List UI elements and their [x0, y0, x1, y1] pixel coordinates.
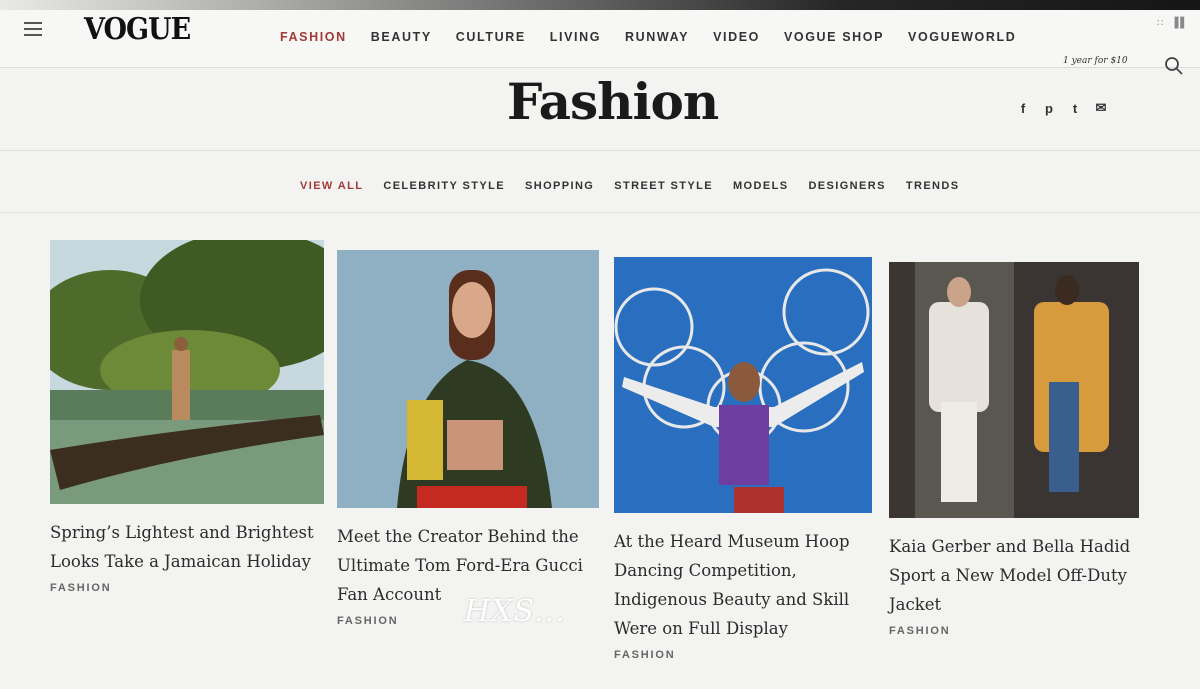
subnav-trends[interactable]: TRENDS	[906, 180, 960, 192]
device-status-strip	[0, 0, 1200, 10]
subnav-celebrity-style[interactable]: CELEBRITY STYLE	[383, 180, 505, 192]
nav-vogue-shop[interactable]: VOGUE SHOP	[784, 30, 884, 44]
twitter-icon[interactable]: t	[1068, 101, 1082, 116]
article-image-jamaica[interactable]	[50, 240, 324, 504]
main-nav: FASHION BEAUTY CULTURE LIVING RUNWAY VID…	[280, 30, 1040, 44]
nav-video[interactable]: VIDEO	[713, 30, 760, 44]
divider	[0, 212, 1200, 213]
article-tag[interactable]: FASHION	[614, 649, 872, 661]
subnav-shopping[interactable]: SHOPPING	[525, 180, 594, 192]
social-share: f p t ✉	[1016, 100, 1108, 116]
subnav-street-style[interactable]: STREET STYLE	[614, 180, 713, 192]
hamburger-menu-icon[interactable]	[24, 22, 42, 36]
subnav-view-all[interactable]: VIEW ALL	[300, 180, 363, 192]
article-image-street-style[interactable]	[889, 262, 1139, 518]
article-title[interactable]: Spring’s Lightest and Brightest Looks Ta…	[50, 518, 324, 576]
email-icon[interactable]: ✉	[1094, 100, 1108, 116]
nav-beauty[interactable]: BEAUTY	[371, 30, 432, 44]
nav-living[interactable]: LIVING	[550, 30, 601, 44]
divider	[0, 150, 1200, 151]
facebook-icon[interactable]: f	[1016, 101, 1030, 116]
watermark-text: HXS...	[464, 594, 566, 629]
article-card[interactable]: At the Heard Museum Hoop Dancing Competi…	[614, 257, 872, 661]
section-subnav: VIEW ALL CELEBRITY STYLE SHOPPING STREET…	[300, 180, 979, 192]
article-title[interactable]: At the Heard Museum Hoop Dancing Competi…	[614, 527, 872, 643]
article-card[interactable]: Kaia Gerber and Bella Hadid Sport a New …	[889, 262, 1139, 637]
article-card[interactable]: Spring’s Lightest and Brightest Looks Ta…	[50, 240, 324, 594]
status-icons: ∷ ▐▌	[1157, 18, 1190, 29]
top-bar: ∷ ▐▌ VOGUE FASHION BEAUTY CULTURE LIVING…	[0, 0, 1200, 68]
article-tag[interactable]: FASHION	[50, 582, 324, 594]
article-image-hoop-dance[interactable]	[614, 257, 872, 513]
nav-culture[interactable]: CULTURE	[456, 30, 526, 44]
subnav-designers[interactable]: DESIGNERS	[808, 180, 885, 192]
nav-vogueworld[interactable]: VOGUEWORLD	[908, 30, 1016, 44]
subnav-models[interactable]: MODELS	[733, 180, 788, 192]
nav-fashion[interactable]: FASHION	[280, 30, 347, 44]
pinterest-icon[interactable]: p	[1042, 101, 1056, 116]
nav-runway[interactable]: RUNWAY	[625, 30, 689, 44]
article-tag[interactable]: FASHION	[889, 625, 1139, 637]
vogue-logo[interactable]: VOGUE	[84, 12, 191, 46]
article-card[interactable]: Meet the Creator Behind the Ultimate Tom…	[337, 250, 599, 627]
article-image-gucci[interactable]	[337, 250, 599, 508]
subscribe-link[interactable]: 1 year for $10	[1063, 56, 1128, 66]
article-title[interactable]: Kaia Gerber and Bella Hadid Sport a New …	[889, 532, 1139, 619]
